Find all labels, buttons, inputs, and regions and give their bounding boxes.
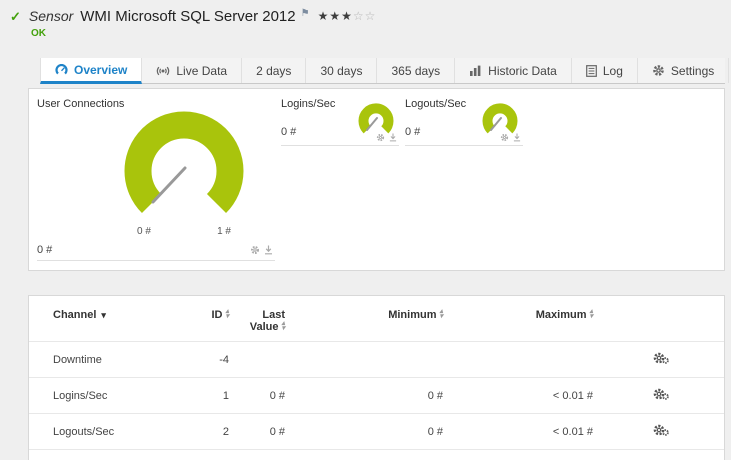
sensor-header: ✓ Sensor WMI Microsoft SQL Server 2012 ⚑… bbox=[0, 0, 731, 52]
column-header-maximum[interactable]: Maximum ▴ ▾ bbox=[445, 296, 595, 342]
channel-dropdown-icon[interactable]: ▾ bbox=[101, 310, 106, 320]
gauge-block-logouts-sec: Logouts/Sec 0 # bbox=[405, 98, 523, 146]
gauge-title: Logins/Sec bbox=[281, 98, 336, 110]
tab-label: Live Data bbox=[176, 63, 228, 78]
gauge-block-user-connections: User Connections 0 # 1 # 0 # bbox=[37, 98, 275, 261]
pin-icon[interactable] bbox=[389, 133, 397, 142]
stars-empty: ☆☆ bbox=[352, 9, 377, 23]
pin-icon[interactable] bbox=[264, 245, 273, 255]
log-icon bbox=[585, 64, 597, 77]
chart-icon bbox=[470, 65, 481, 76]
tab-settings[interactable]: Settings bbox=[638, 58, 730, 83]
tab-log[interactable]: Log bbox=[572, 58, 638, 83]
channel-maximum bbox=[445, 342, 595, 378]
gauge-block-logins-sec: Logins/Sec 0 # bbox=[281, 98, 399, 146]
gauge-value: 0 # bbox=[281, 126, 297, 138]
gear-icon[interactable] bbox=[500, 133, 509, 142]
channel-name[interactable]: Logins/Sec bbox=[29, 378, 199, 414]
tab-30-days[interactable]: 30 days bbox=[306, 58, 378, 83]
tab-label: 365 days bbox=[391, 63, 441, 78]
channel-maximum: < 0.01 # bbox=[552, 425, 593, 438]
gauge-title: Logouts/Sec bbox=[405, 98, 467, 110]
channel-maximum: 0 # bbox=[445, 450, 595, 460]
channel-last-value: 0 # bbox=[231, 450, 287, 460]
flag-icon[interactable]: ⚑ bbox=[301, 8, 310, 19]
channel-minimum bbox=[287, 450, 445, 460]
channel-name[interactable]: Logouts/Sec bbox=[29, 414, 199, 450]
table-row: User Connections 0 0 # 0 # bbox=[29, 449, 724, 460]
table-row: Logins/Sec 1 0 # 0 # < 0.01 # bbox=[29, 377, 724, 414]
gauge-icon bbox=[55, 64, 68, 75]
gauge-dial bbox=[124, 111, 244, 214]
channel-settings-gear-icon[interactable] bbox=[653, 351, 669, 365]
status-badge: OK bbox=[31, 28, 46, 39]
table-row: Logouts/Sec 2 0 # 0 # < 0.01 # bbox=[29, 413, 724, 450]
page-title: WMI Microsoft SQL Server 2012 bbox=[80, 8, 296, 25]
channel-id: -4 bbox=[219, 353, 229, 366]
gauge-value: 0 # bbox=[405, 126, 421, 138]
channel-settings-gear-icon[interactable] bbox=[653, 387, 669, 401]
sensor-title-row: ✓ Sensor WMI Microsoft SQL Server 2012 ⚑… bbox=[10, 8, 731, 25]
channel-last-value: 0 # bbox=[269, 389, 285, 402]
column-header-id[interactable]: ID ▴ ▾ bbox=[199, 296, 231, 342]
sort-icon[interactable]: ▴ ▾ bbox=[281, 320, 285, 332]
channel-id: 2 bbox=[222, 425, 229, 438]
gauge-scale-min: 0 # bbox=[137, 226, 151, 237]
channel-minimum: 0 # bbox=[427, 425, 443, 438]
priority-stars[interactable]: ★★★☆☆ bbox=[318, 9, 377, 23]
overview-gauge-panel: User Connections 0 # 1 # 0 # Logins/Sec … bbox=[28, 88, 725, 271]
broadcast-icon bbox=[157, 66, 170, 75]
sort-icon[interactable]: ▴ ▾ bbox=[225, 308, 229, 320]
channel-id: 0 bbox=[199, 450, 231, 460]
tab-label: Historic Data bbox=[488, 63, 557, 78]
user-connections-gauge: 0 # 1 # bbox=[109, 111, 259, 237]
gear-icon bbox=[653, 65, 664, 76]
tab-label: Log bbox=[602, 63, 623, 78]
gear-icon[interactable] bbox=[250, 245, 260, 255]
gauge-value: 0 # bbox=[37, 244, 53, 256]
sort-icon[interactable]: ▴ ▾ bbox=[439, 308, 443, 320]
tab-label: Settings bbox=[670, 63, 715, 78]
tab-live-data[interactable]: Live Data bbox=[142, 58, 243, 83]
channel-table: Channel ▾ ID ▴ ▾ Last Value ▴ ▾ Minimum ▴ ▾ Maxi… bbox=[29, 296, 724, 460]
column-header-last-value[interactable]: Last Value ▴ ▾ bbox=[231, 296, 287, 342]
channel-name[interactable]: Downtime bbox=[29, 342, 199, 378]
tab-overview[interactable]: Overview bbox=[40, 58, 143, 84]
channel-last-value: 0 # bbox=[269, 425, 285, 438]
gauge-title: User Connections bbox=[37, 98, 125, 110]
table-header-row: Channel ▾ ID ▴ ▾ Last Value ▴ ▾ Minimum ▴ ▾ Maxi… bbox=[29, 296, 724, 342]
tab-historic-data[interactable]: Historic Data bbox=[455, 58, 572, 83]
tab-bar: Overview Live Data 2 days 30 days 365 da… bbox=[40, 58, 730, 84]
status-check-icon: ✓ bbox=[10, 9, 21, 24]
gauge-needle bbox=[151, 166, 187, 204]
tab-2-days[interactable]: 2 days bbox=[242, 58, 307, 83]
channel-minimum bbox=[287, 342, 445, 378]
channel-settings-gear-icon[interactable] bbox=[653, 423, 669, 437]
channel-id: 1 bbox=[222, 389, 229, 402]
channel-last-value bbox=[231, 342, 287, 378]
object-kind-label: Sensor bbox=[28, 8, 74, 24]
tab-label: 30 days bbox=[320, 63, 363, 78]
column-header-channel[interactable]: Channel ▾ bbox=[29, 296, 199, 342]
table-row: Downtime -4 bbox=[29, 341, 724, 378]
stars-filled: ★★★ bbox=[317, 9, 353, 23]
column-header-minimum[interactable]: Minimum ▴ ▾ bbox=[287, 296, 445, 342]
sort-icon[interactable]: ▴ ▾ bbox=[589, 308, 593, 320]
channel-maximum: < 0.01 # bbox=[552, 389, 593, 402]
gauge-scale-max: 1 # bbox=[217, 226, 231, 237]
channel-table-panel: Channel ▾ ID ▴ ▾ Last Value ▴ ▾ Minimum ▴ ▾ Maxi… bbox=[28, 295, 725, 460]
channel-name[interactable]: User Connections bbox=[29, 450, 199, 460]
tab-label: 2 days bbox=[256, 63, 292, 78]
tab-label: Overview bbox=[74, 62, 128, 77]
column-header-actions bbox=[595, 296, 724, 342]
channel-minimum: 0 # bbox=[427, 389, 443, 402]
pin-icon[interactable] bbox=[513, 133, 521, 142]
tab-365-days[interactable]: 365 days bbox=[377, 58, 456, 83]
gear-icon[interactable] bbox=[376, 133, 385, 142]
